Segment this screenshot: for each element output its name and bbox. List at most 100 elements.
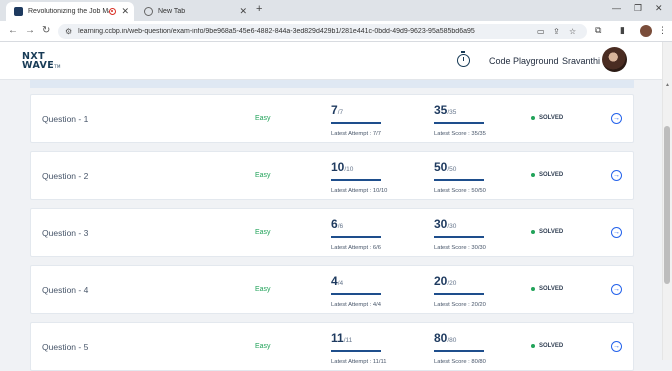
latest-attempt: Latest Attempt : 4/4 bbox=[331, 302, 381, 308]
score-progress-fill bbox=[434, 179, 484, 181]
score-progress-bar bbox=[434, 179, 484, 181]
url-field[interactable]: ⚙ learning.ccbp.in/web-question/exam-inf… bbox=[58, 24, 587, 39]
user-name[interactable]: Sravanthi bbox=[562, 56, 600, 66]
score-cell: 30/30 Latest Score : 30/30 bbox=[434, 215, 509, 251]
tests-passed: 7 bbox=[331, 103, 338, 117]
nxtwave-favicon-icon bbox=[14, 7, 23, 16]
scrollbar-thumb[interactable] bbox=[664, 126, 670, 284]
tests-total: /7 bbox=[337, 109, 344, 116]
question-card[interactable]: Question - 3 Easy 6/6 Latest Attempt : 6… bbox=[30, 208, 634, 257]
question-name[interactable]: Question - 2 bbox=[42, 171, 88, 181]
score-total: /50 bbox=[447, 166, 457, 173]
score-total: /20 bbox=[447, 280, 457, 287]
tests-progress-fill bbox=[331, 350, 381, 352]
forward-icon[interactable]: → bbox=[25, 25, 35, 36]
score-total: /35 bbox=[447, 109, 457, 116]
difficulty-label: Easy bbox=[255, 343, 271, 350]
tests-progress-bar bbox=[331, 293, 381, 295]
question-name[interactable]: Question - 4 bbox=[42, 285, 88, 295]
avatar[interactable] bbox=[602, 47, 627, 72]
back-icon[interactable]: ← bbox=[8, 25, 18, 36]
minimize-icon[interactable]: — bbox=[612, 3, 621, 13]
score-cell: 35/35 Latest Score : 35/35 bbox=[434, 101, 509, 137]
table-header-row bbox=[30, 80, 634, 88]
solved-dot-icon bbox=[531, 116, 535, 120]
scroll-up-icon[interactable]: ▲ bbox=[665, 82, 670, 88]
logo-tm: TM bbox=[54, 64, 61, 69]
latest-attempt: Latest Attempt : 10/10 bbox=[331, 188, 388, 194]
arrow-right-icon[interactable]: → bbox=[611, 227, 622, 238]
tests-progress-fill bbox=[331, 236, 381, 238]
status-badge: SOLVED bbox=[531, 286, 563, 292]
tests-passed: 10 bbox=[331, 160, 345, 174]
install-icon[interactable]: ▭ bbox=[537, 27, 545, 36]
difficulty-label: Easy bbox=[255, 115, 271, 122]
question-name[interactable]: Question - 3 bbox=[42, 228, 88, 238]
score-progress-bar bbox=[434, 122, 484, 124]
score-progress-fill bbox=[434, 293, 484, 295]
latest-attempt: Latest Attempt : 6/6 bbox=[331, 245, 381, 251]
window-close-icon[interactable]: ✕ bbox=[655, 3, 663, 14]
profile-avatar-icon[interactable] bbox=[640, 25, 652, 37]
latest-score: Latest Score : 30/30 bbox=[434, 245, 486, 251]
tests-passed: 11 bbox=[331, 331, 344, 345]
test-cases-cell: 4/4 Latest Attempt : 4/4 bbox=[331, 272, 406, 308]
solved-dot-icon bbox=[531, 173, 535, 177]
new-tab-icon[interactable]: + bbox=[256, 3, 262, 15]
arrow-right-icon[interactable]: → bbox=[611, 113, 622, 124]
difficulty-label: Easy bbox=[255, 286, 271, 293]
tab-new[interactable]: New Tab ✕ bbox=[138, 2, 252, 21]
solved-dot-icon bbox=[531, 230, 535, 234]
question-card[interactable]: Question - 1 Easy 7/7 Latest Attempt : 7… bbox=[30, 94, 634, 143]
score-cell: 20/20 Latest Score : 20/20 bbox=[434, 272, 509, 308]
solved-dot-icon bbox=[531, 344, 535, 348]
code-playground-link[interactable]: Code Playground bbox=[489, 56, 559, 66]
question-card[interactable]: Question - 4 Easy 4/4 Latest Attempt : 4… bbox=[30, 265, 634, 314]
latest-score: Latest Score : 35/35 bbox=[434, 131, 486, 137]
reload-icon[interactable]: ↻ bbox=[42, 25, 50, 36]
timer-icon[interactable] bbox=[457, 51, 470, 67]
nxtwave-logo[interactable]: NXT WAVETM bbox=[22, 52, 61, 71]
score-progress-bar bbox=[434, 293, 484, 295]
status-badge: SOLVED bbox=[531, 172, 563, 178]
status-badge: SOLVED bbox=[531, 229, 563, 235]
tests-progress-fill bbox=[331, 122, 381, 124]
browser-tab-bar: Revolutionizing the Job Ma ✕ New Tab ✕ +… bbox=[0, 0, 672, 21]
difficulty-label: Easy bbox=[255, 172, 271, 179]
maximize-icon[interactable]: ❐ bbox=[634, 3, 642, 14]
site-info-icon[interactable]: ⚙ bbox=[65, 27, 72, 36]
score-progress-fill bbox=[434, 236, 484, 238]
close-tab-icon[interactable]: ✕ bbox=[121, 6, 129, 17]
question-name[interactable]: Question - 5 bbox=[42, 342, 88, 352]
score-value: 80 bbox=[434, 331, 448, 345]
menu-dots-icon[interactable]: ⋮ bbox=[658, 25, 667, 36]
question-card[interactable]: Question - 2 Easy 10/10 Latest Attempt :… bbox=[30, 151, 634, 200]
tests-total: /6 bbox=[337, 223, 344, 230]
close-tab-icon[interactable]: ✕ bbox=[239, 6, 247, 17]
arrow-right-icon[interactable]: → bbox=[611, 341, 622, 352]
question-card[interactable]: Question - 5 Easy 11/11 Latest Attempt :… bbox=[30, 322, 634, 371]
globe-icon bbox=[144, 7, 153, 16]
status-text: SOLVED bbox=[539, 172, 564, 178]
question-name[interactable]: Question - 1 bbox=[42, 114, 88, 124]
latest-score: Latest Score : 20/20 bbox=[434, 302, 486, 308]
sidebar-icon[interactable]: ▮ bbox=[620, 25, 625, 36]
test-cases-cell: 10/10 Latest Attempt : 10/10 bbox=[331, 158, 406, 194]
test-cases-cell: 6/6 Latest Attempt : 6/6 bbox=[331, 215, 406, 251]
arrow-right-icon[interactable]: → bbox=[611, 170, 622, 181]
tab-active[interactable]: Revolutionizing the Job Ma ✕ bbox=[6, 2, 134, 21]
tests-passed: 4 bbox=[331, 274, 338, 288]
score-progress-fill bbox=[434, 122, 484, 124]
status-text: SOLVED bbox=[539, 115, 564, 121]
difficulty-label: Easy bbox=[255, 229, 271, 236]
score-progress-bar bbox=[434, 350, 484, 352]
bookmark-star-icon[interactable]: ☆ bbox=[569, 27, 576, 36]
arrow-right-icon[interactable]: → bbox=[611, 284, 622, 295]
score-value: 35 bbox=[434, 103, 448, 117]
tab-title: Revolutionizing the Job Ma bbox=[28, 8, 110, 15]
tab-title: New Tab bbox=[158, 8, 186, 15]
status-text: SOLVED bbox=[539, 229, 564, 235]
tests-progress-bar bbox=[331, 350, 381, 352]
extensions-icon[interactable]: ⧉ bbox=[595, 25, 601, 36]
share-icon[interactable]: ⇪ bbox=[553, 27, 560, 36]
